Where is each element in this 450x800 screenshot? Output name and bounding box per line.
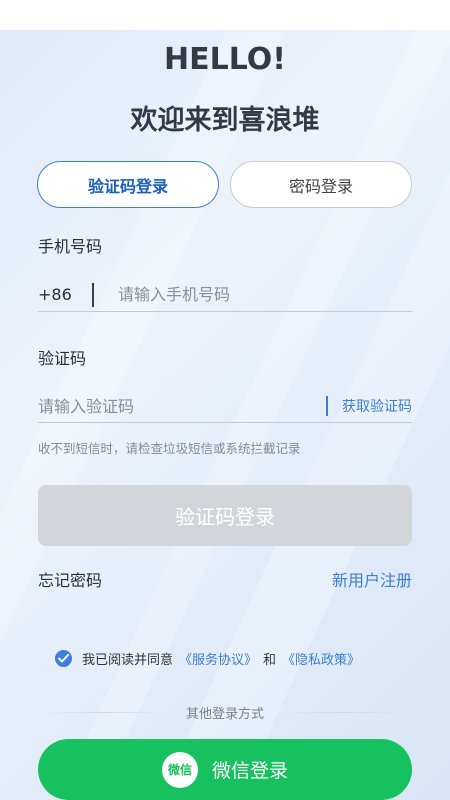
- service-agreement-link[interactable]: 《服务协议》: [179, 649, 257, 668]
- phone-field-row: +86: [38, 278, 412, 312]
- register-link[interactable]: 新用户注册: [332, 567, 412, 591]
- wechat-icon: 微信: [161, 751, 198, 788]
- wechat-login-label: 微信登录: [211, 760, 288, 782]
- agreement-prefix: 我已阅读并同意: [82, 653, 174, 668]
- sms-login-button[interactable]: 验证码登录: [38, 485, 412, 546]
- privacy-policy-link[interactable]: 《隐私政策》: [282, 649, 360, 668]
- login-page: HELLO! 欢迎来到喜浪堆 验证码登录 密码登录 手机号码 +86 验证码 获…: [0, 30, 450, 800]
- phone-label: 手机号码: [38, 237, 103, 256]
- agreement-checkbox[interactable]: [55, 650, 72, 667]
- tab-sms-login[interactable]: 验证码登录: [37, 161, 219, 208]
- welcome-title: 欢迎来到喜浪堆: [130, 105, 320, 136]
- get-code-button[interactable]: 获取验证码: [326, 396, 412, 416]
- agreement-row: 我已阅读并同意 《服务协议》 和 《隐私政策》: [55, 649, 366, 668]
- verification-code-input[interactable]: [38, 396, 326, 416]
- wechat-login-button[interactable]: 微信 微信登录: [38, 739, 412, 800]
- get-code-divider: [326, 396, 328, 416]
- code-field-row: 获取验证码: [38, 390, 412, 423]
- sms-hint-text: 收不到短信时，请检查垃圾短信或系统拦截记录: [38, 441, 301, 456]
- tab-password-login[interactable]: 密码登录: [230, 161, 412, 208]
- agreement-and: 和: [263, 653, 277, 668]
- code-label: 验证码: [38, 349, 87, 368]
- hello-title: HELLO!: [164, 42, 286, 77]
- forgot-password-link[interactable]: 忘记密码: [38, 567, 102, 591]
- country-code-prefix[interactable]: +86: [38, 285, 92, 304]
- other-login-divider: 其他登录方式: [38, 703, 413, 722]
- phone-input[interactable]: [118, 285, 412, 304]
- check-icon: [58, 654, 69, 663]
- prefix-divider: [92, 282, 94, 307]
- get-code-label: 获取验证码: [342, 399, 412, 415]
- other-login-label: 其他登录方式: [186, 706, 265, 722]
